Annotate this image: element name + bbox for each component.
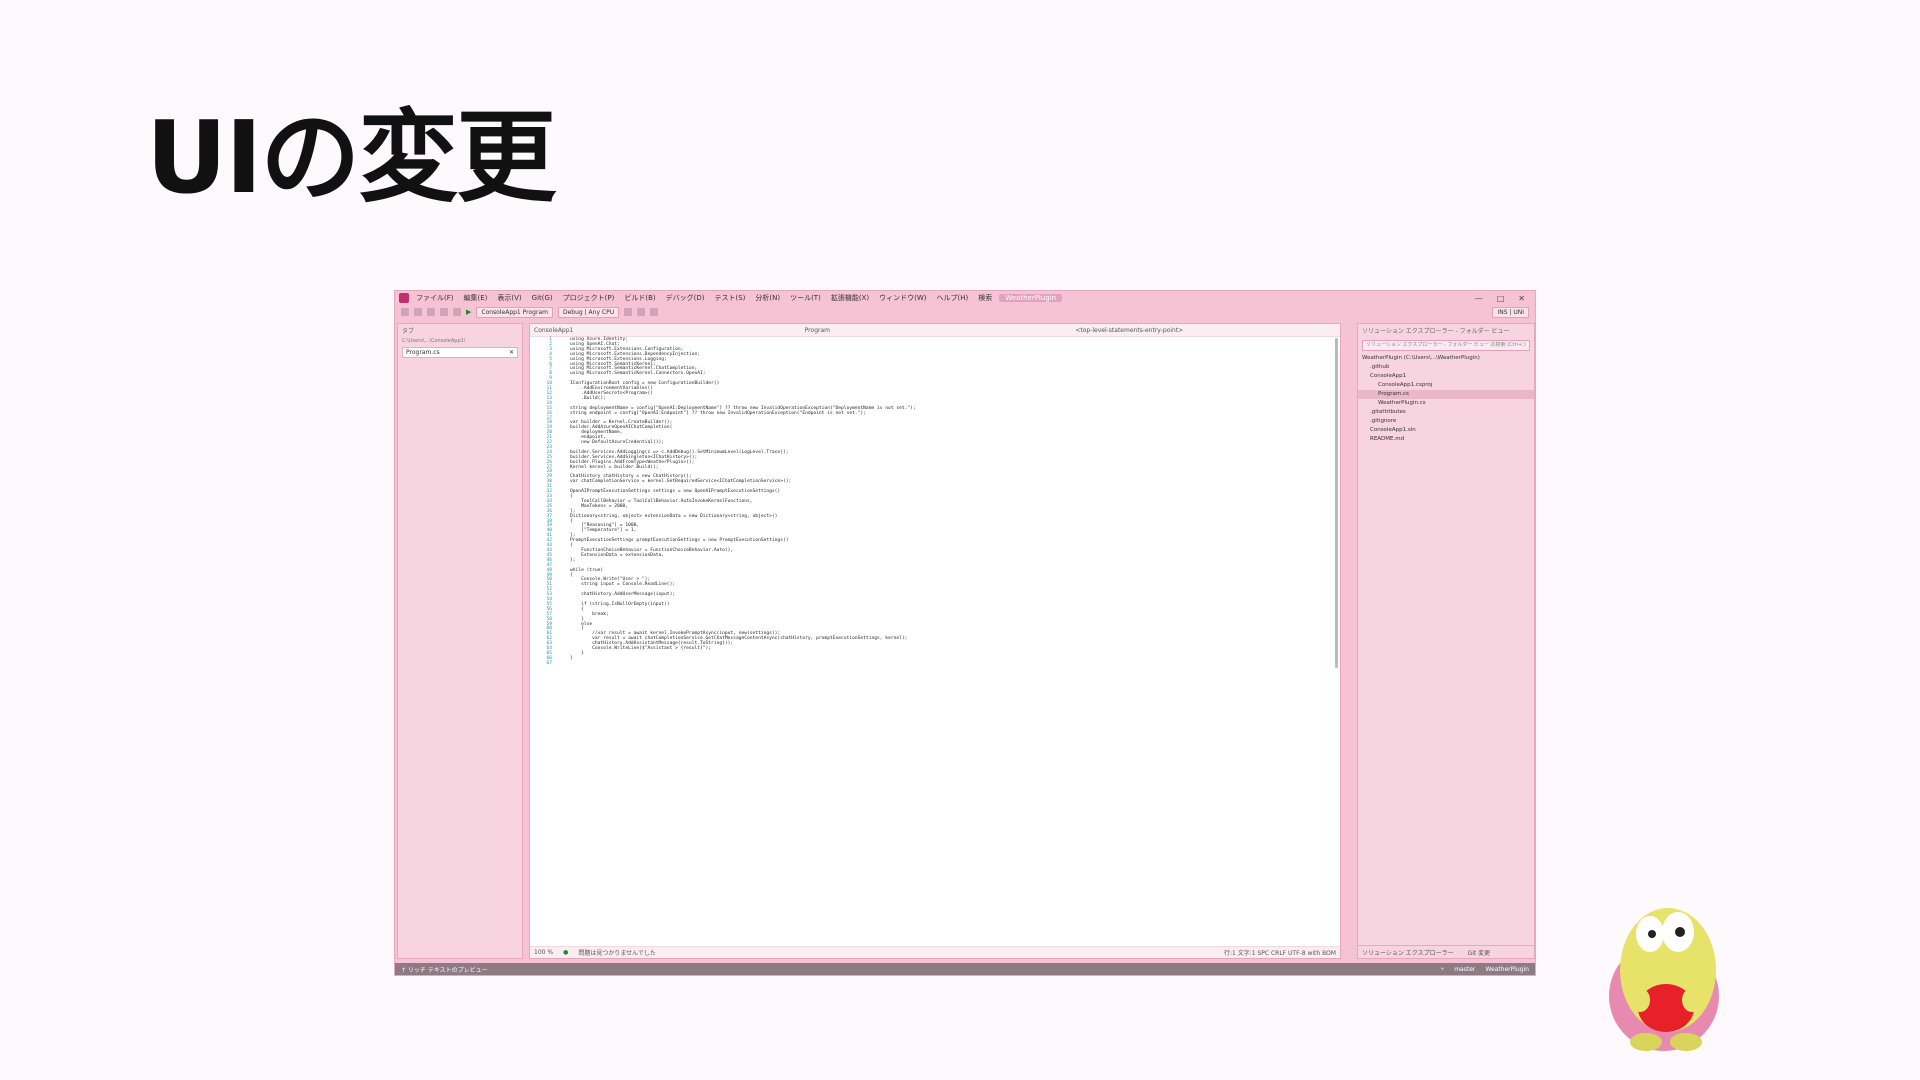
menu-git[interactable]: Git(G): [529, 294, 556, 302]
menu-help[interactable]: ヘルプ(H): [933, 293, 971, 303]
menu-file[interactable]: ファイル(F): [413, 293, 457, 303]
code-area[interactable]: 1 2 3 4 5 6 7 8 9 10 11 12 13 14 15 16 17 18 19 20 21 22 23 24 2…: [530, 337, 1340, 946]
repo-name[interactable]: WeatherPlugin: [1485, 966, 1529, 973]
back-icon[interactable]: [401, 308, 409, 316]
code-line[interactable]: string endpoint = config["OpenAI:Endpoin…: [570, 411, 916, 417]
menu-test[interactable]: テスト(S): [711, 293, 748, 303]
tree-item[interactable]: ConsoleApp1.csproj: [1358, 381, 1534, 390]
menu-edit[interactable]: 編集(E): [461, 293, 491, 303]
vs-logo-icon: [399, 293, 409, 303]
hot-reload-icon[interactable]: [637, 308, 646, 316]
tab-close-icon[interactable]: ✕: [509, 349, 514, 356]
startup-project-combo[interactable]: ConsoleApp1 Program: [476, 306, 553, 318]
line-numbers: 1 2 3 4 5 6 7 8 9 10 11 12 13 14 15 16 17 18 19 20 21 22 23 24 2…: [534, 337, 552, 667]
editor-nav-bar: ConsoleApp1 Program <top-level-statement…: [530, 324, 1340, 337]
cursor-position: 行:1 文字:1 SPC CRLF UTF-8 with BOM: [1223, 950, 1336, 957]
minimize-icon[interactable]: —: [1475, 294, 1483, 303]
zoom-level[interactable]: 100 %: [534, 949, 553, 956]
toolbar: ▶ ConsoleApp1 Program Debug | Any CPU IN…: [395, 305, 1535, 319]
issues-ok-icon: ●: [563, 949, 569, 956]
forward-icon[interactable]: [414, 308, 422, 316]
menu-bar: ファイル(F) 編集(E) 表示(V) Git(G) プロジェクト(P) ビルド…: [395, 291, 1535, 305]
tabs-pane: タブ C:\Users\...\ConsoleApp1\ Program.cs …: [397, 323, 523, 959]
status-right: ⑂ master WeatherPlugin: [1441, 966, 1529, 973]
menu-project[interactable]: プロジェクト(P): [560, 293, 618, 303]
status-left: ↑ リッチ テキストのプレビュー: [401, 966, 488, 974]
tree-item[interactable]: WeatherPlugin (C:\Users\...\WeatherPlugi…: [1358, 354, 1534, 363]
tree-item[interactable]: .github: [1358, 363, 1534, 372]
folder-path: C:\Users\...\ConsoleApp1\: [402, 338, 466, 344]
menu-analyze[interactable]: 分析(N): [752, 293, 783, 303]
tree-item[interactable]: README.md: [1358, 435, 1534, 444]
menu-tools[interactable]: ツール(T): [787, 293, 824, 303]
member-nav-combo[interactable]: <top-level-statements-entry-point>: [1075, 327, 1336, 334]
comment-icon[interactable]: [650, 308, 659, 316]
tree-item[interactable]: ConsoleApp1.sln: [1358, 426, 1534, 435]
type-nav-combo[interactable]: Program: [805, 327, 1066, 334]
tab-solution-explorer[interactable]: ソリューション エクスプローラー: [1362, 948, 1454, 957]
solution-tree: WeatherPlugin (C:\Users\...\WeatherPlugi…: [1358, 354, 1534, 444]
menu-search[interactable]: 検索: [975, 293, 995, 303]
menu-view[interactable]: 表示(V): [494, 293, 524, 303]
undo-icon[interactable]: [453, 308, 461, 316]
tab-program-cs[interactable]: Program.cs ✕: [402, 347, 518, 358]
menu-build[interactable]: ビルド(B): [621, 293, 658, 303]
branch-name[interactable]: master: [1454, 966, 1475, 973]
code-line[interactable]: [570, 662, 916, 667]
solution-explorer-title: ソリューション エクスプローラー - フォルダー ビュー: [1362, 328, 1510, 335]
new-item-icon[interactable]: [427, 308, 435, 316]
issues-status[interactable]: 問題は見つかりませんでした: [578, 948, 656, 957]
tree-item[interactable]: WeatherPlugin.cs: [1358, 399, 1534, 408]
source-code[interactable]: using Azure.Identity; using OpenAI.Chat; u…: [570, 337, 916, 667]
tree-item[interactable]: ConsoleApp1: [1358, 372, 1534, 381]
tab-git-changes[interactable]: Git 変更: [1468, 948, 1491, 957]
configuration-combo[interactable]: Debug | Any CPU: [557, 306, 620, 318]
close-icon[interactable]: ✕: [1518, 294, 1525, 303]
solution-search-input[interactable]: ソリューション エクスプローラー - フォルダー ビュー の検索 (Ctrl+;…: [1362, 340, 1530, 351]
code-editor[interactable]: ConsoleApp1 Program <top-level-statement…: [529, 323, 1341, 959]
solution-pane-tabs: ソリューション エクスプローラー Git 変更: [1358, 945, 1535, 958]
visual-studio-window: ファイル(F) 編集(E) 表示(V) Git(G) プロジェクト(P) ビルド…: [394, 290, 1536, 976]
line-number: 67: [546, 660, 552, 666]
tree-item[interactable]: .gitattributes: [1358, 408, 1534, 417]
mascot-character: [1609, 908, 1719, 1051]
tree-item[interactable]: Program.cs: [1358, 390, 1534, 399]
project-nav-combo[interactable]: ConsoleApp1: [534, 327, 795, 334]
status-bar: ↑ リッチ テキストのプレビュー ⑂ master WeatherPlugin: [395, 963, 1535, 975]
editor-status-bar: 100 % ● 問題は見つかりませんでした 行:1 文字:1 SPC CRLF …: [530, 946, 1340, 958]
tabs-pane-title: タブ: [402, 328, 415, 335]
branch-icon: ⑂: [1440, 965, 1445, 973]
window-controls: — □ ✕: [1475, 294, 1535, 303]
menu-window[interactable]: ウィンドウ(W): [876, 293, 929, 303]
ins-indicator: INS | UNI: [1492, 306, 1529, 318]
editor-scrollbar[interactable]: [1335, 338, 1338, 668]
solution-explorer: ソリューション エクスプローラー - フォルダー ビュー ソリューション エクス…: [1357, 323, 1535, 959]
maximize-icon[interactable]: □: [1497, 294, 1505, 303]
start-without-debug-icon[interactable]: [624, 308, 633, 316]
menu-debug[interactable]: デバッグ(D): [663, 293, 708, 303]
tab-file-label: Program.cs: [406, 349, 440, 356]
slide-title: UIの変更: [146, 99, 556, 216]
menu-extensions[interactable]: 拡張機能(X): [828, 293, 872, 303]
tree-item[interactable]: .gitignore: [1358, 417, 1534, 426]
run-icon[interactable]: ▶: [466, 308, 471, 316]
solution-name-badge: WeatherPlugin: [999, 294, 1063, 302]
save-icon[interactable]: [440, 308, 448, 316]
